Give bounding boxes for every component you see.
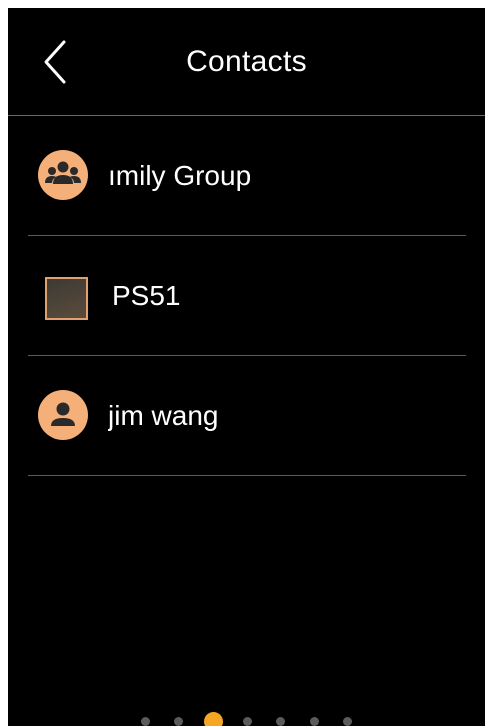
page-dot[interactable] bbox=[140, 717, 150, 726]
person-icon bbox=[38, 390, 88, 440]
contacts-screen: Contacts ımily Group PS51 jim wang bbox=[8, 8, 485, 726]
back-button[interactable] bbox=[34, 38, 74, 86]
contact-item-family-group[interactable]: ımily Group bbox=[28, 116, 466, 236]
page-dot[interactable] bbox=[276, 717, 286, 726]
page-indicator bbox=[8, 712, 485, 726]
contact-name: ımily Group bbox=[108, 160, 252, 191]
page-dot[interactable] bbox=[243, 717, 252, 726]
contact-item-ps51[interactable]: PS51 bbox=[28, 236, 466, 356]
contact-name: PS51 bbox=[112, 280, 181, 311]
header-bar: Contacts bbox=[8, 8, 485, 116]
chevron-left-icon bbox=[44, 40, 66, 84]
contact-thumbnail bbox=[45, 277, 88, 320]
page-dot-active[interactable] bbox=[203, 712, 223, 726]
page-dot[interactable] bbox=[174, 717, 184, 726]
contact-item-jim-wang[interactable]: jim wang bbox=[28, 356, 466, 476]
group-icon bbox=[38, 150, 88, 200]
page-dot[interactable] bbox=[309, 717, 319, 726]
page-dot[interactable] bbox=[343, 717, 353, 726]
contact-name: jim wang bbox=[108, 400, 219, 431]
page-title: Contacts bbox=[186, 45, 307, 78]
contact-list: ımily Group PS51 jim wang bbox=[28, 116, 466, 476]
